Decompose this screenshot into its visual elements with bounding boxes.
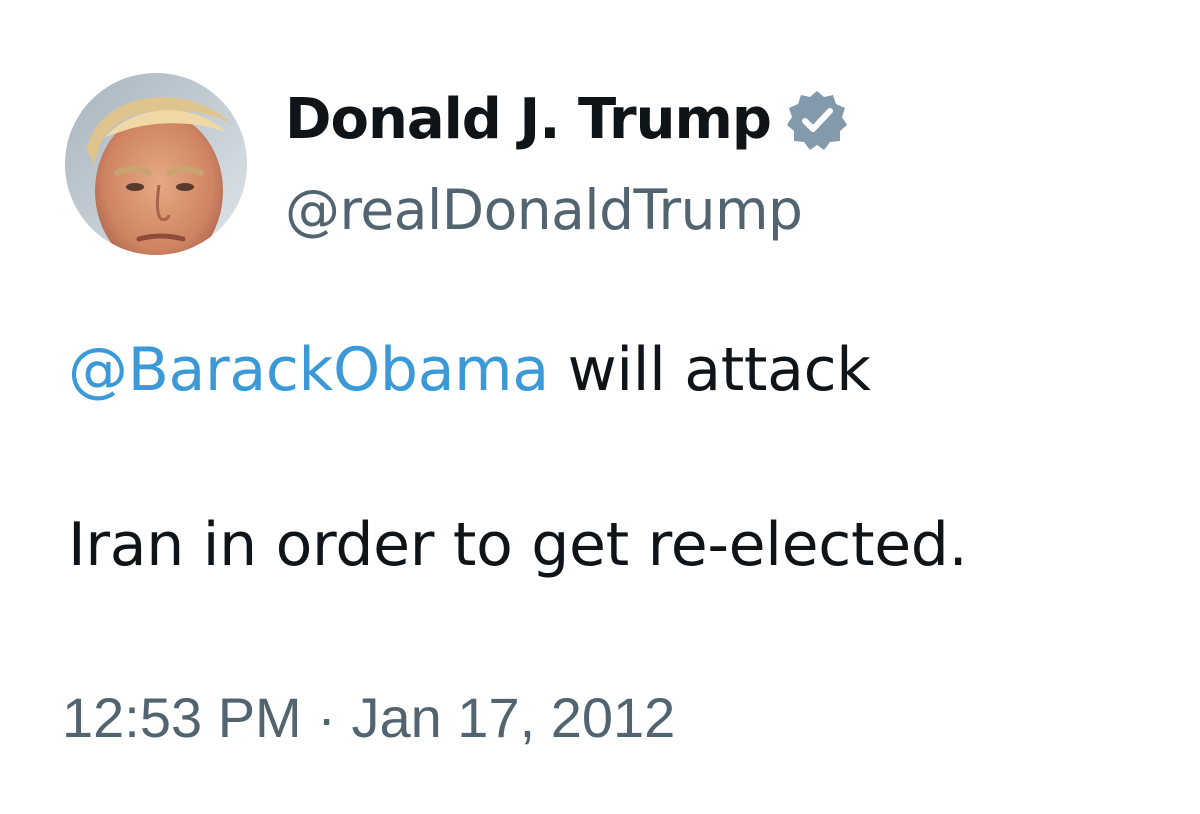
mention-link[interactable]: @BarackObama bbox=[68, 335, 549, 405]
author-name-row[interactable]: Donald J. Trump bbox=[285, 84, 849, 156]
verified-badge-icon bbox=[786, 91, 847, 150]
tweet-text-line-2: Iran in order to get re-elected. bbox=[68, 510, 968, 580]
tweet-timestamp[interactable]: 12:53 PM · Jan 17, 2012 bbox=[62, 680, 675, 756]
tweet-text-segment: will attack bbox=[548, 335, 871, 405]
tweet-text-line-1: @BarackObama will attack bbox=[68, 330, 871, 410]
profile-photo-icon bbox=[65, 73, 247, 255]
author-handle[interactable]: @realDonaldTrump bbox=[285, 174, 803, 246]
avatar[interactable] bbox=[65, 73, 247, 255]
tweet-card: Donald J. Trump @realDonaldTrump @Barack… bbox=[0, 0, 1200, 814]
display-name[interactable]: Donald J. Trump bbox=[285, 84, 772, 156]
